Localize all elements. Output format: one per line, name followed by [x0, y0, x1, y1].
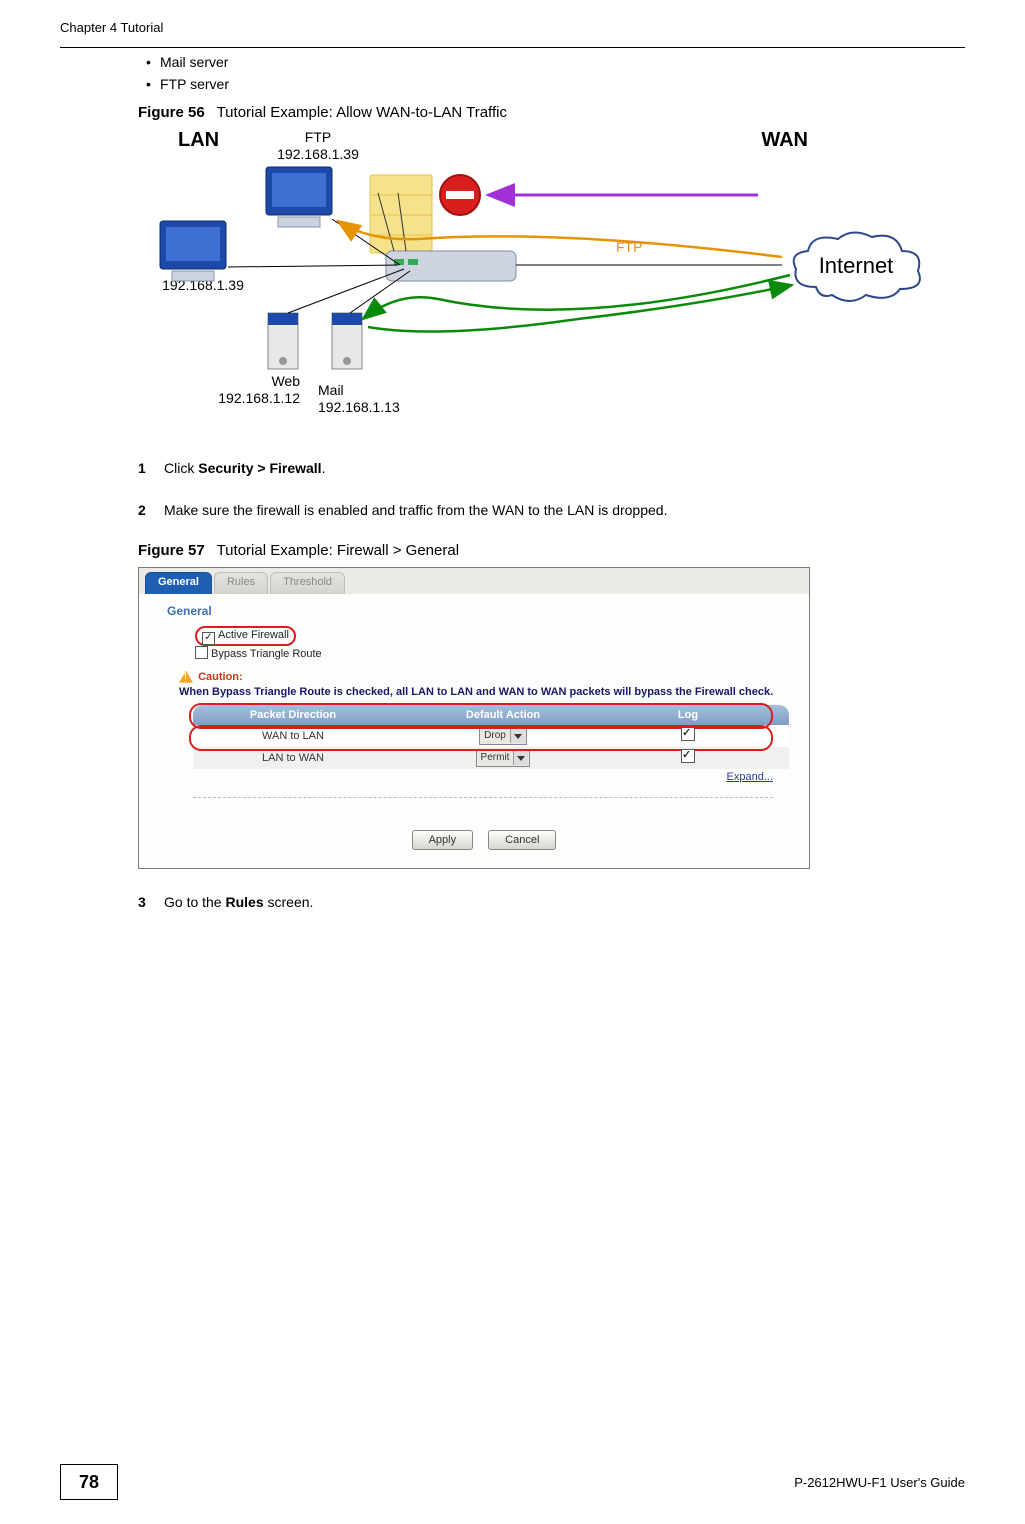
internet-label: Internet	[819, 253, 894, 278]
checkbox-log-lan-wan[interactable]	[681, 749, 695, 763]
step-number: 3	[138, 893, 158, 913]
bullet-ftp: •FTP server	[146, 76, 965, 92]
firewall-general-screenshot: General Rules Threshold General ✓Active …	[138, 567, 810, 869]
packet-table: Packet Direction Default Action Log WAN …	[193, 705, 789, 769]
page-number: 78	[60, 1464, 118, 1500]
apply-button[interactable]: Apply	[412, 830, 474, 850]
expand-link[interactable]: Expand...	[159, 771, 773, 783]
dropdown-action-lan-wan[interactable]: Permit	[476, 749, 531, 767]
caution-text: When Bypass Triangle Route is checked, a…	[179, 685, 789, 699]
table-header: Packet Direction Default Action Log	[193, 705, 789, 725]
step-2: 2Make sure the firewall is enabled and t…	[164, 501, 965, 521]
step-number: 1	[138, 459, 158, 479]
tab-bar: General Rules Threshold	[139, 568, 809, 594]
dropdown-action-wan-lan[interactable]: Drop	[479, 727, 527, 745]
network-diagram: LAN WAN FTP192.168.1.39 192.168.1.39 Web…	[138, 129, 898, 429]
bullet-text: Mail server	[160, 54, 228, 70]
caution-label: Caution:	[198, 671, 243, 683]
divider	[193, 797, 773, 798]
col-log: Log	[613, 709, 763, 721]
highlight-active-firewall: ✓Active Firewall	[195, 626, 296, 646]
step-3-bold: Rules	[225, 894, 263, 910]
section-title-general: General	[167, 604, 809, 618]
tab-rules[interactable]: Rules	[214, 572, 268, 594]
chapter-header: Chapter 4 Tutorial	[60, 20, 965, 35]
figure-number: Figure 56	[138, 104, 205, 121]
caution-row: Caution:	[179, 671, 809, 683]
header-rule	[60, 47, 965, 48]
step-number: 2	[138, 501, 158, 521]
chevron-down-icon	[513, 751, 528, 765]
ftp-computer-icon	[266, 167, 332, 227]
figure-title: Tutorial Example: Allow WAN-to-LAN Traff…	[217, 104, 507, 121]
internet-cloud: Internet	[786, 229, 926, 309]
tab-threshold[interactable]: Threshold	[270, 572, 345, 594]
cell-direction: WAN to LAN	[193, 730, 393, 742]
tab-general[interactable]: General	[145, 572, 212, 594]
col-default-action: Default Action	[393, 709, 613, 721]
bullet-text: FTP server	[160, 76, 229, 92]
table-row: LAN to WAN Permit	[193, 747, 789, 769]
diagram-svg	[138, 129, 898, 429]
web-server-icon	[268, 313, 298, 369]
col-packet-direction: Packet Direction	[193, 709, 393, 721]
page-footer: 78 P-2612HWU-F1 User's Guide	[60, 1464, 965, 1500]
chevron-down-icon	[510, 729, 525, 743]
step-1-bold: Security > Firewall	[198, 460, 321, 476]
figure-title: Tutorial Example: Firewall > General	[217, 542, 459, 559]
bullet-mail: •Mail server	[146, 54, 965, 70]
step-1: 1Click Security > Firewall.	[164, 459, 965, 479]
figure-number: Figure 57	[138, 542, 205, 559]
figure-56-caption: Figure 56 Tutorial Example: Allow WAN-to…	[138, 104, 965, 121]
table-row: WAN to LAN Drop	[193, 725, 789, 747]
figure-57-caption: Figure 57 Tutorial Example: Firewall > G…	[138, 542, 965, 559]
client-computer-icon	[160, 221, 226, 281]
step-3: 3Go to the Rules screen.	[164, 893, 965, 913]
cancel-button[interactable]: Cancel	[488, 830, 556, 850]
footer-guide-text: P-2612HWU-F1 User's Guide	[118, 1475, 965, 1490]
label-bypass-triangle: Bypass Triangle Route	[211, 648, 322, 660]
checkbox-log-wan-lan[interactable]	[681, 727, 695, 741]
warning-icon	[179, 671, 193, 683]
cell-direction: LAN to WAN	[193, 752, 393, 764]
checkbox-active-firewall[interactable]: ✓	[202, 632, 215, 645]
label-active-firewall: Active Firewall	[218, 629, 289, 641]
mail-server-icon	[332, 313, 362, 369]
checkbox-bypass-triangle[interactable]	[195, 646, 208, 659]
